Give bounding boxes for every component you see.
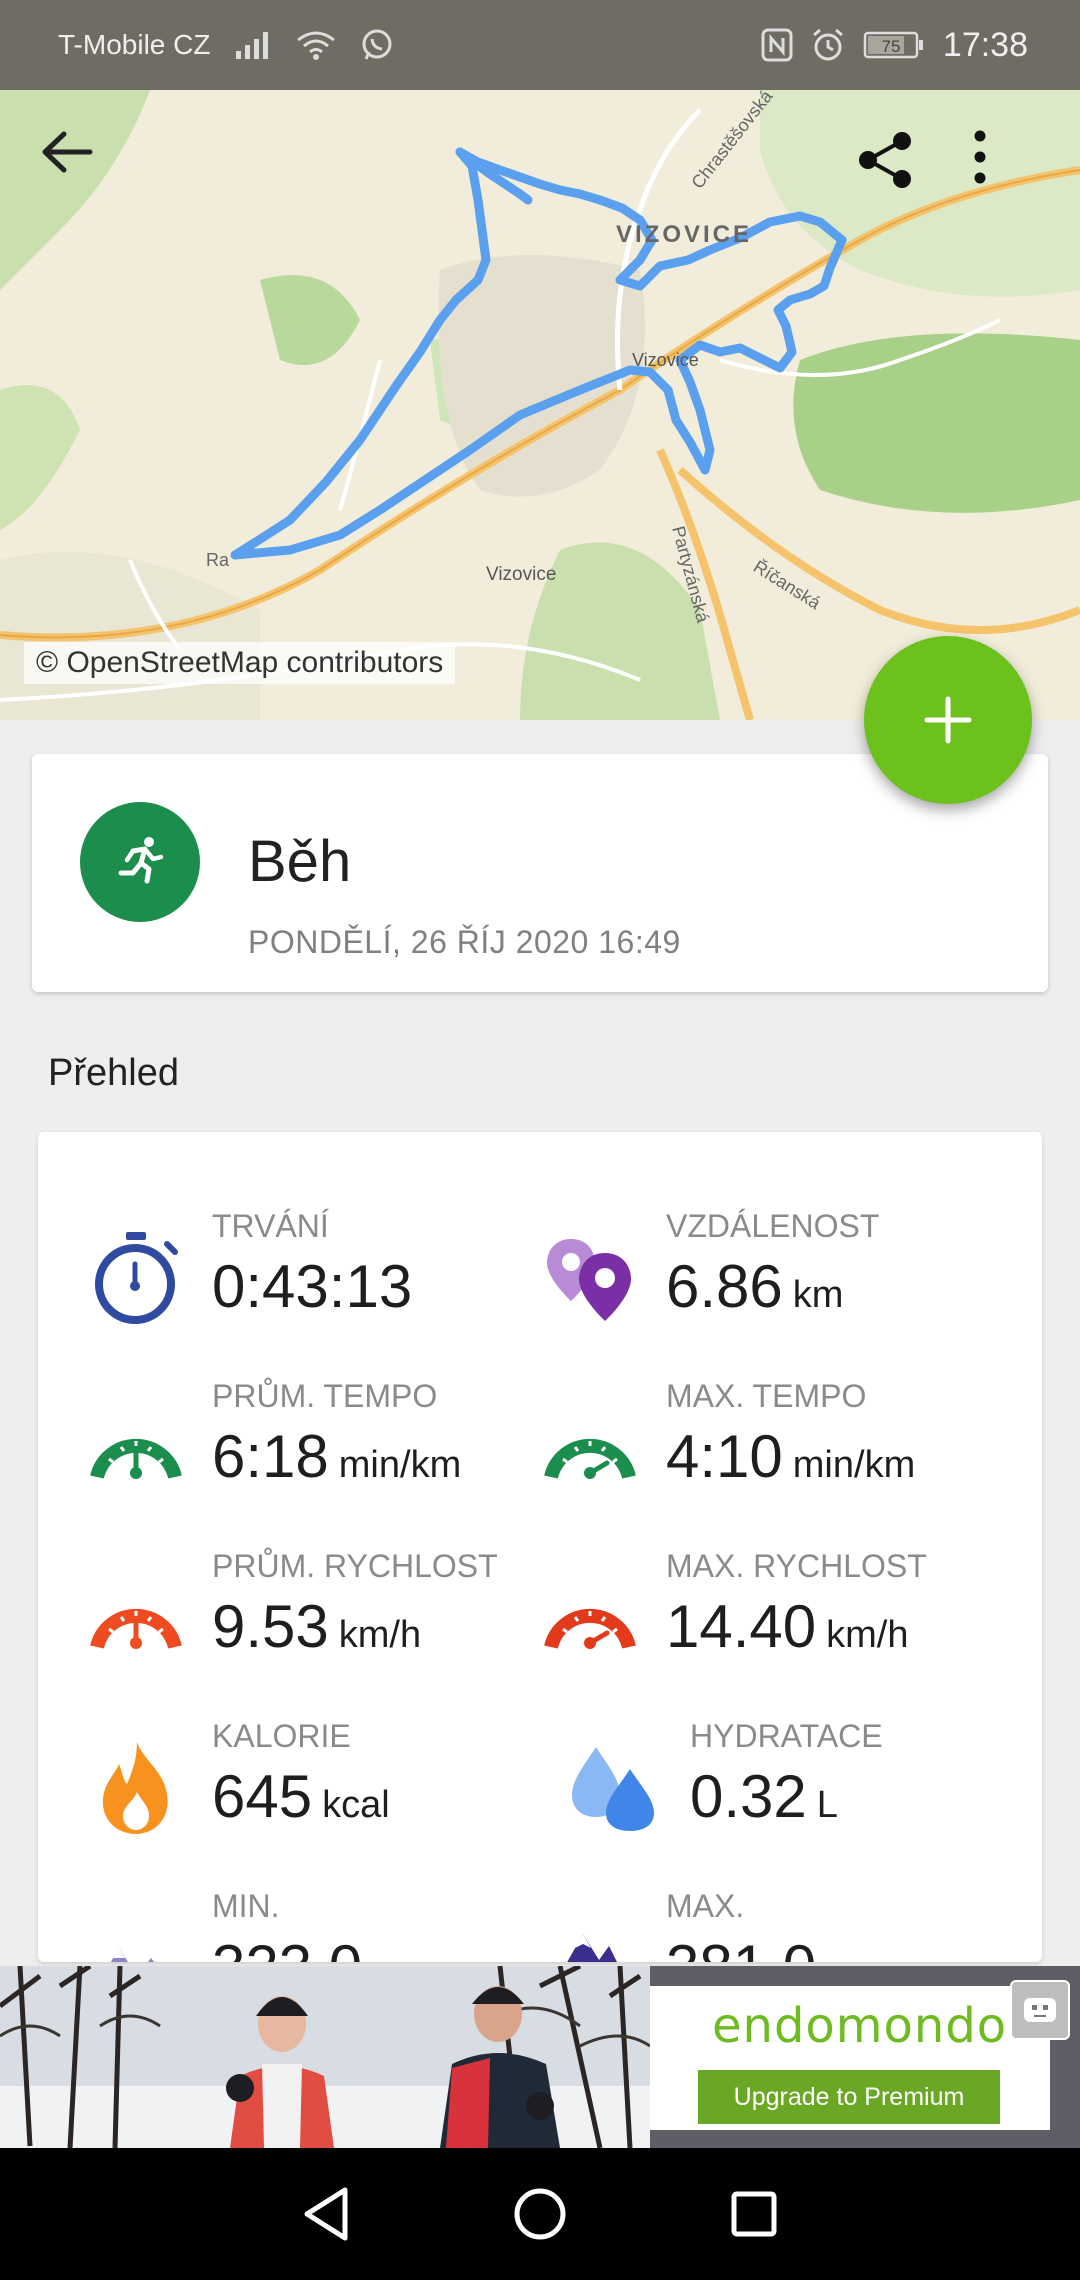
pace-gauge-icon [86,1398,186,1498]
max-pace-gauge-icon [540,1398,640,1498]
stat-value: 0:43:13 [212,1253,413,1320]
location-pins-icon [540,1228,640,1328]
stat-label: MAX. [666,1888,745,1924]
square-recents-icon [731,2191,777,2237]
stat-label: PRŮM. TEMPO [212,1378,438,1414]
stat-label: MIN. [212,1888,280,1924]
stat-value: 323.0 [212,1933,362,1962]
sport-avatar [80,802,200,922]
speed-gauge-icon [86,1568,186,1668]
overview-heading: Přehled [48,1052,179,1094]
ad-runners-photo [0,1966,650,2148]
stat-duration: TRVÁNÍ 0:43:13 [86,1208,546,1358]
water-drops-icon [564,1738,664,1838]
activity-card: Běh PONDĚLÍ, 26 ŘÍJ 2020 16:49 [32,754,1048,992]
stat-value: 0.32 [690,1763,807,1830]
stat-avg-speed: PRŮM. RYCHLOST 9.53 km/h [86,1548,546,1698]
stat-hydration: HYDRATACE 0.32 L [564,1718,1024,1868]
stat-max-speed: MAX. RYCHLOST 14.40 km/h [540,1548,1000,1698]
status-bar: T-Mobile CZ 75 17:38 [0,0,1080,90]
plus-icon [924,696,972,744]
carrier-name: T-Mobile CZ [58,29,211,60]
stat-label: HYDRATACE [690,1718,883,1754]
more-vert-icon [974,130,986,184]
add-button[interactable] [864,636,1032,804]
stat-label: MAX. RYCHLOST [666,1548,927,1584]
stopwatch-icon [86,1228,186,1328]
triangle-back-icon [304,2187,348,2241]
stat-unit: L [816,1784,838,1826]
stat-label: PRŮM. RYCHLOST [212,1548,498,1584]
stat-unit: min/km [338,1444,462,1486]
battery-level: 75 [881,37,900,56]
share-icon [859,132,911,188]
mountains-icon [86,1908,186,1962]
stat-value: 645 [212,1763,313,1830]
street-label-ra: Ra [206,550,230,570]
endomondo-logo: endomondo [712,1998,1008,2054]
stat-min-altitude: MIN. 323.0 [86,1888,546,1962]
running-person-icon [118,837,164,884]
nfc-icon [761,28,793,62]
stat-value: 4:10 [666,1423,783,1490]
max-speed-gauge-icon [540,1568,640,1668]
signal-icon [234,31,272,59]
stat-unit: km/h [826,1614,909,1656]
stat-unit: km [792,1274,844,1316]
battery-icon: 75 [863,30,925,60]
nav-recents-button[interactable] [719,2179,789,2249]
stat-unit: kcal [322,1784,390,1826]
stat-distance: VZDÁLENOST 6.86 km [540,1208,1000,1358]
ad-banner[interactable]: endomondo Upgrade to Premium [0,1966,1080,2148]
ad-robot-icon [1024,1998,1056,2022]
ad-panel: endomondo Upgrade to Premium [650,1986,1050,2130]
stat-calories: KALORIE 645 kcal [86,1718,546,1868]
stat-max-altitude: MAX. 381.0 [540,1888,1000,1962]
wifi-icon [296,30,336,60]
stat-unit: min/km [792,1444,916,1486]
clock: 17:38 [942,25,1028,64]
ad-dismiss-button[interactable] [1010,1980,1070,2040]
upgrade-premium-button[interactable]: Upgrade to Premium [698,2070,1000,2124]
flame-icon [86,1738,186,1838]
stat-value: 381.0 [666,1933,816,1962]
stat-value: 9.53 [212,1593,329,1660]
map-attribution[interactable]: © OpenStreetMap contributors [24,642,456,684]
sport-name: Běh [248,829,352,894]
system-nav-bar [0,2148,1080,2280]
stat-max-pace: MAX. TEMPO 4:10 min/km [540,1378,1000,1528]
stat-value: 6:18 [212,1423,329,1490]
back-arrow-icon [42,131,93,173]
share-button[interactable] [856,130,946,220]
back-button[interactable] [40,130,130,220]
alarm-icon [811,28,845,62]
stat-label: KALORIE [212,1718,351,1754]
stats-card: TRVÁNÍ 0:43:13 VZDÁLENOST 6.86 km PRŮM. T… [38,1132,1042,1962]
stat-label: VZDÁLENOST [666,1208,880,1244]
map-label-vizovice-south: Vizovice [486,564,556,585]
map-label-vizovice-center: Vizovice [632,350,699,370]
map-label-town: VIZOVICE [616,221,752,248]
circle-home-icon [514,2188,566,2240]
mountain-peak-icon [540,1908,640,1962]
stat-value: 14.40 [666,1593,817,1660]
stat-avg-pace: PRŮM. TEMPO 6:18 min/km [86,1378,546,1528]
workout-datetime: PONDĚLÍ, 26 ŘÍJ 2020 16:49 [248,924,681,960]
whatsapp-icon [360,28,394,62]
overflow-menu-button[interactable] [970,130,1060,220]
route-map[interactable]: VIZOVICE Vizovice Vizovice Chrastěšovská… [0,90,1080,720]
stat-value: 6.86 [666,1253,783,1320]
stat-unit: km/h [338,1614,422,1656]
nav-back-button[interactable] [291,2179,361,2249]
stat-label: MAX. TEMPO [666,1378,867,1414]
nav-home-button[interactable] [505,2179,575,2249]
stat-label: TRVÁNÍ [212,1208,329,1244]
